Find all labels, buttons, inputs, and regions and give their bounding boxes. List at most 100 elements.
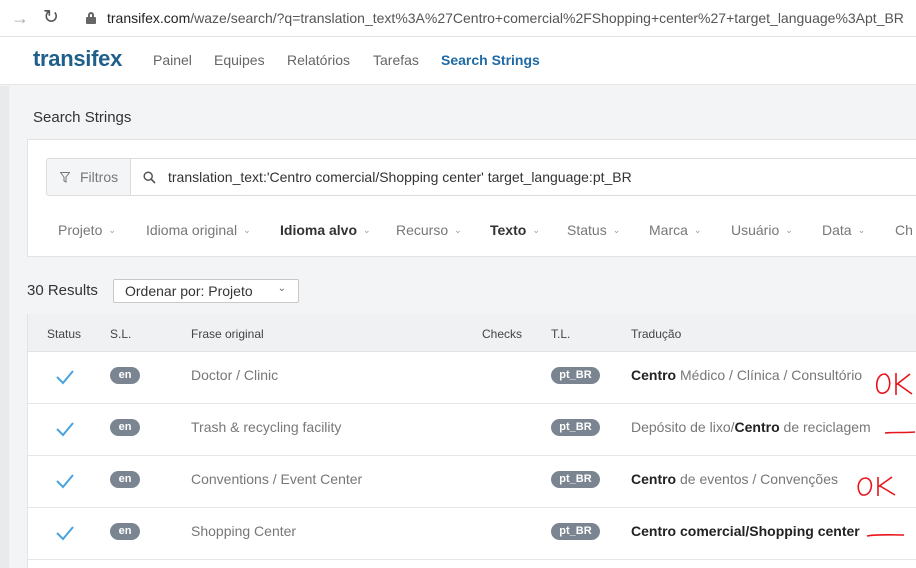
target-language-badge: pt_BR — [551, 471, 600, 488]
nav-search-strings[interactable]: Search Strings — [441, 52, 540, 68]
reload-icon[interactable]: ↻ — [43, 7, 59, 29]
filters-button[interactable]: Filtros — [46, 158, 131, 196]
nav-painel[interactable]: Painel — [153, 52, 192, 68]
header-translation: Tradução — [631, 327, 682, 341]
facet-data[interactable]: Data ⌄ — [822, 222, 865, 238]
chevron-down-icon: ⌄ — [243, 225, 251, 235]
search-panel: Search Strings Filtros translation_text:… — [27, 100, 916, 257]
translation-text[interactable]: Depósito de lixo/Centro de reciclagem — [631, 419, 871, 435]
chevron-down-icon: ⌄ — [612, 225, 621, 235]
handwritten-dash-annotation — [866, 533, 905, 537]
translation-highlight: Centro — [631, 367, 677, 383]
source-phrase[interactable]: Trash & recycling facility — [191, 419, 341, 435]
source-language-badge: en — [110, 367, 140, 384]
arrow-forward-icon[interactable]: → — [11, 7, 29, 29]
table-row[interactable]: en Trash & recycling facility pt_BR Depósit… — [28, 404, 916, 456]
header-status: Status — [47, 327, 82, 341]
url-host: transifex.com — [107, 10, 191, 26]
facet-texto[interactable]: Texto ⌄ — [490, 222, 540, 238]
facet-idioma-original[interactable]: Idioma original ⌄ — [146, 222, 251, 238]
checkmark-icon — [56, 422, 74, 437]
browser-toolbar: → ↻ transifex.com/waze/search/?q=transla… — [0, 0, 916, 37]
facet-truncated[interactable]: Ch — [895, 222, 913, 238]
target-language-badge: pt_BR — [551, 523, 600, 540]
translation-highlight: Centro — [631, 471, 677, 487]
checkmark-icon — [56, 370, 74, 385]
checkmark-icon — [56, 526, 74, 541]
facet-usuario[interactable]: Usuário ⌄ — [731, 222, 793, 238]
translation-text[interactable]: Centro de eventos / Convenções — [631, 471, 838, 487]
results-count: 30 Results — [27, 282, 98, 299]
facet-label: Marca — [649, 222, 688, 238]
source-language-badge: en — [110, 523, 140, 540]
lock-icon[interactable] — [86, 12, 96, 24]
chevron-down-icon: ⌄ — [277, 283, 286, 294]
target-language-badge: pt_BR — [551, 419, 600, 436]
address-bar[interactable]: transifex.com/waze/search/?q=translation… — [107, 10, 904, 26]
source-language-badge: en — [110, 419, 140, 436]
nav-tarefas[interactable]: Tarefas — [373, 52, 419, 68]
search-box-container: Filtros translation_text:'Centro comerci… — [27, 139, 916, 257]
facet-label: Idioma alvo — [280, 222, 358, 238]
filters-label: Filtros — [80, 169, 119, 185]
translation-segment: Depósito de lixo/ — [631, 419, 735, 435]
chevron-down-icon: ⌄ — [532, 225, 540, 235]
translation-segment: de eventos / Convenções — [676, 471, 839, 487]
header-source-language: S.L. — [110, 327, 132, 341]
table-row[interactable]: en Doctor / Clinic pt_BR Centro Médico / Cl… — [28, 352, 916, 404]
translation-text[interactable]: Centro comercial/Shopping center — [631, 523, 860, 539]
handwritten-dash-annotation — [884, 431, 916, 434]
search-input[interactable]: translation_text:'Centro comercial/Shopp… — [130, 158, 916, 196]
facet-idioma-alvo[interactable]: Idioma alvo ⌄ — [280, 222, 371, 238]
chevron-down-icon: ⌄ — [857, 225, 866, 235]
table-row[interactable]: en Shopping Center pt_BR Centro comercial/S… — [28, 508, 916, 560]
left-sidebar-strip — [0, 86, 9, 568]
facet-label: Texto — [490, 222, 527, 238]
order-by-value: Ordenar por: Projeto — [125, 283, 253, 299]
header-target-language: T.L. — [551, 327, 571, 341]
target-language-badge: pt_BR — [551, 367, 600, 384]
facet-label: Data — [822, 222, 852, 238]
facet-label: Projeto — [58, 222, 103, 238]
translation-segment: Médico / Clínica / Consultório — [676, 367, 863, 383]
chevron-down-icon: ⌄ — [693, 225, 702, 235]
transifex-logo[interactable]: transifex — [33, 46, 122, 72]
facet-marca[interactable]: Marca ⌄ — [649, 222, 701, 238]
source-phrase[interactable]: Conventions / Event Center — [191, 471, 362, 487]
translation-highlight: Centro comercial/Shopping center — [631, 523, 860, 539]
translation-highlight: Centro — [734, 419, 780, 435]
header-checks: Checks — [482, 327, 523, 341]
order-by-select[interactable]: Ordenar por: Projeto ⌄ — [113, 279, 299, 303]
table-header: Status S.L. Frase original Checks T.L. T… — [28, 314, 916, 352]
page-title: Search Strings — [33, 109, 132, 126]
facet-label: Recurso — [396, 222, 449, 238]
facet-projeto[interactable]: Projeto ⌄ — [58, 222, 116, 238]
facet-status[interactable]: Status ⌄ — [567, 222, 620, 238]
app-header: transifex Painel Equipes Relatórios Tare… — [0, 37, 916, 85]
source-phrase[interactable]: Shopping Center — [191, 523, 296, 539]
results-table: Status S.L. Frase original Checks T.L. T… — [27, 314, 916, 568]
url-path: /waze/search/?q=translation_text%3A%27Ce… — [190, 10, 904, 26]
source-language-badge: en — [110, 471, 140, 488]
facet-label: Status — [567, 222, 607, 238]
table-row[interactable]: en Conventions / Event Center pt_BR Centro … — [28, 456, 916, 508]
facet-recurso[interactable]: Recurso ⌄ — [396, 222, 462, 238]
nav-relatorios[interactable]: Relatórios — [287, 52, 350, 68]
facet-label: Usuário — [731, 222, 780, 238]
source-phrase[interactable]: Doctor / Clinic — [191, 367, 278, 383]
ok-annotation-text: OK — [855, 474, 857, 475]
funnel-icon — [60, 172, 70, 183]
chevron-down-icon: ⌄ — [785, 225, 793, 235]
chevron-down-icon: ⌄ — [108, 225, 116, 235]
search-icon — [143, 171, 156, 184]
ok-annotation-text: OK — [872, 370, 874, 371]
facet-label: Idioma original — [146, 222, 238, 238]
chevron-down-icon: ⌄ — [454, 225, 462, 235]
handwritten-ok-annotation: OK — [855, 474, 896, 496]
search-query-text: translation_text:'Centro comercial/Shopp… — [168, 169, 632, 185]
handwritten-ok-annotation: OK — [872, 370, 913, 395]
checkmark-icon — [56, 474, 74, 489]
translation-text[interactable]: Centro Médico / Clínica / Consultório — [631, 367, 862, 383]
chevron-down-icon: ⌄ — [363, 225, 371, 235]
nav-equipes[interactable]: Equipes — [214, 52, 265, 68]
